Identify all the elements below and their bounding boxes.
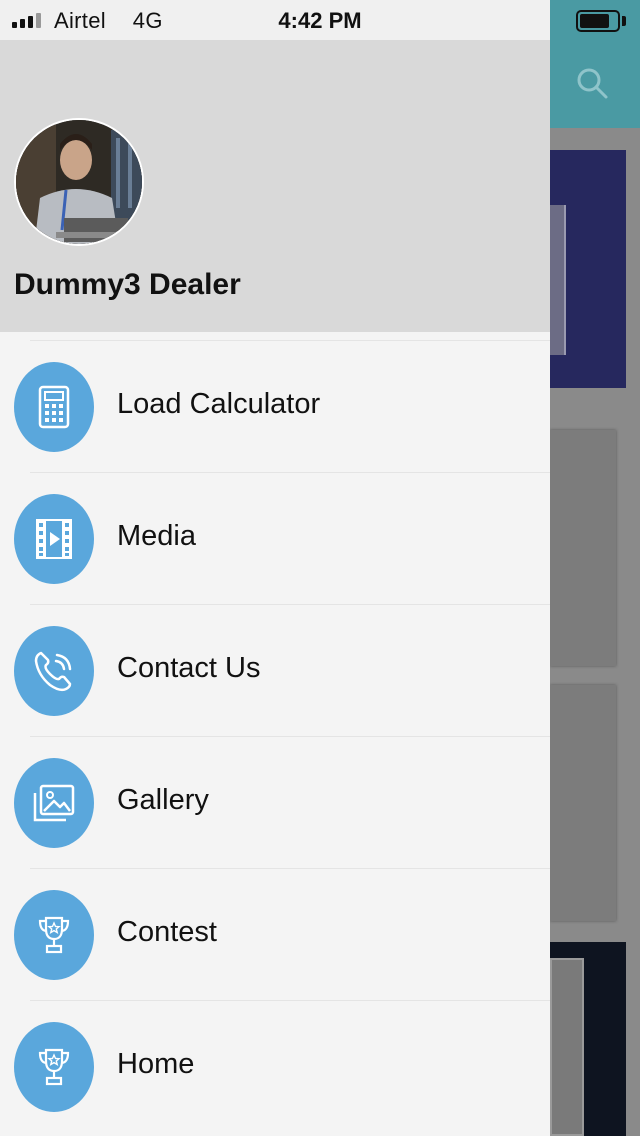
phone-icon bbox=[14, 626, 94, 716]
trophy-icon bbox=[14, 1022, 94, 1112]
content-card[interactable] bbox=[550, 685, 616, 921]
navigation-drawer: Dummy3 Dealer Load Calculator Media Cont… bbox=[0, 40, 550, 1136]
menu-item-label: Media bbox=[117, 520, 196, 552]
trophy-icon bbox=[14, 890, 94, 980]
user-name: Dummy3 Dealer bbox=[14, 268, 241, 301]
menu-item-home[interactable]: Home bbox=[0, 1000, 550, 1132]
battery-tip bbox=[622, 16, 626, 26]
content-card-image bbox=[550, 958, 584, 1136]
menu-item-label: Contact Us bbox=[117, 652, 261, 684]
drawer-menu: Load Calculator Media Contact Us Gallery… bbox=[0, 340, 550, 1132]
menu-item-label: Contest bbox=[117, 916, 217, 948]
menu-item-contact-us[interactable]: Contact Us bbox=[0, 604, 550, 736]
clock: 4:42 PM bbox=[278, 8, 362, 33]
menu-item-media[interactable]: Media bbox=[0, 472, 550, 604]
content-card[interactable] bbox=[550, 430, 616, 666]
battery-icon bbox=[576, 10, 620, 32]
film-icon bbox=[14, 494, 94, 584]
calculator-icon bbox=[14, 362, 94, 452]
status-bar: Airtel 4G 4:42 PM bbox=[0, 0, 640, 40]
menu-item-label: Load Calculator bbox=[117, 388, 321, 420]
drawer-header: Dummy3 Dealer bbox=[0, 40, 550, 332]
menu-item-label: Home bbox=[117, 1048, 195, 1080]
search-icon[interactable] bbox=[575, 66, 609, 100]
menu-item-gallery[interactable]: Gallery bbox=[0, 736, 550, 868]
avatar[interactable] bbox=[14, 118, 144, 246]
menu-item-contest[interactable]: Contest bbox=[0, 868, 550, 1000]
banner-product bbox=[550, 205, 566, 355]
gallery-icon bbox=[14, 758, 94, 848]
menu-item-load-calculator[interactable]: Load Calculator bbox=[0, 340, 550, 472]
menu-item-label: Gallery bbox=[117, 784, 209, 816]
